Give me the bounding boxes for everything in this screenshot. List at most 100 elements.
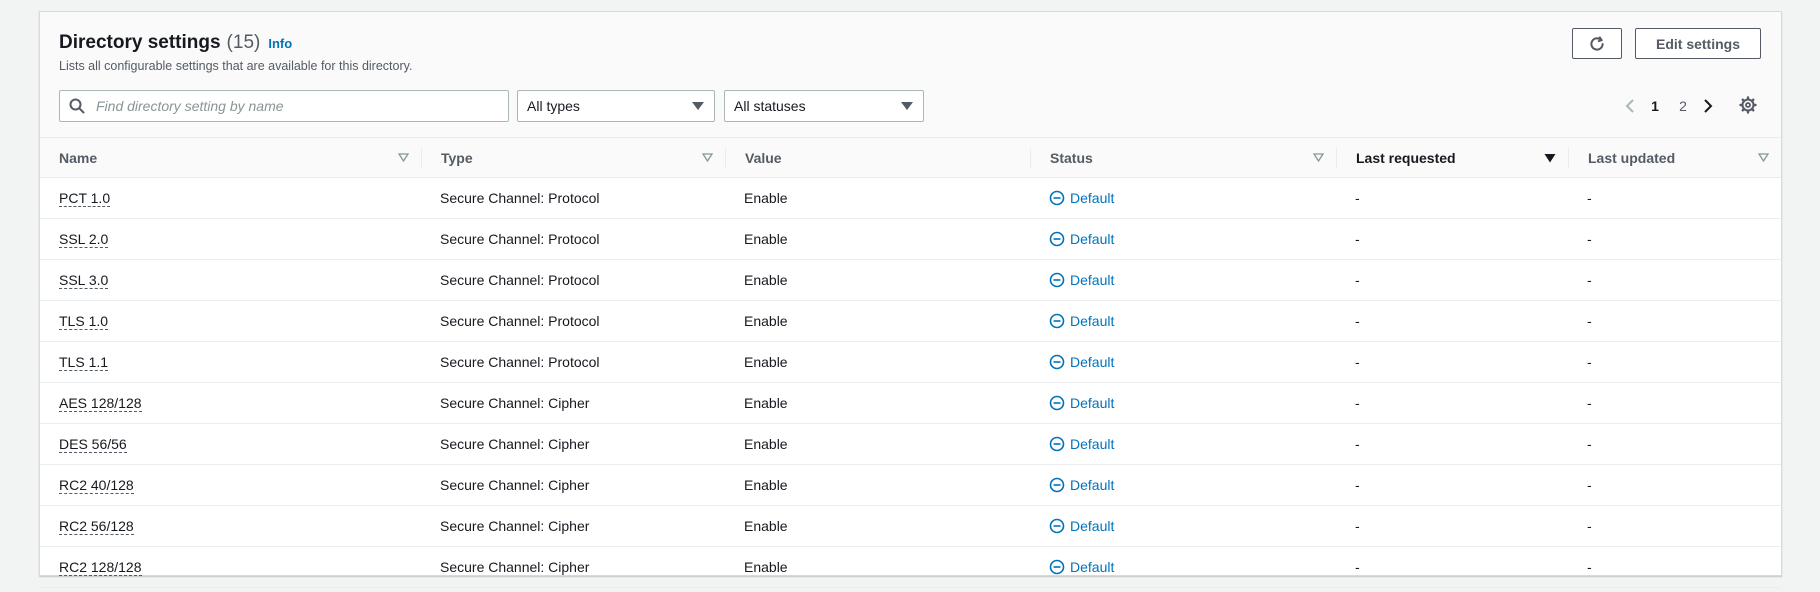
table-row: TLS 1.1 Secure Channel: Protocol Enable …	[40, 341, 1781, 383]
status-text: Default	[1070, 559, 1115, 575]
info-link[interactable]: Info	[268, 36, 292, 51]
page-2-button[interactable]: 2	[1669, 98, 1697, 114]
refresh-icon	[1590, 35, 1604, 51]
settings-count: (15)	[226, 32, 261, 53]
column-header-status[interactable]: Status	[1030, 137, 1336, 178]
status-text: Default	[1070, 477, 1115, 493]
cell-name: RC2 40/128	[40, 464, 421, 506]
minus-circle-icon	[1049, 559, 1065, 575]
cell-type: Secure Channel: Protocol	[421, 259, 725, 301]
cell-value: Enable	[725, 464, 1030, 506]
setting-name-link[interactable]: RC2 40/128	[59, 477, 134, 494]
cell-last-updated: -	[1568, 382, 1781, 424]
cell-value: Enable	[725, 505, 1030, 547]
column-type-label: Type	[441, 149, 473, 166]
table-row: AES 128/128 Secure Channel: Cipher Enabl…	[40, 382, 1781, 424]
sort-descending-icon	[1544, 153, 1556, 162]
cell-name: SSL 2.0	[40, 218, 421, 260]
search-input[interactable]	[94, 97, 498, 115]
setting-name-link[interactable]: SSL 3.0	[59, 272, 109, 289]
cell-last-updated: -	[1568, 259, 1781, 301]
types-select[interactable]: All types	[517, 90, 715, 122]
cell-last-requested: -	[1336, 382, 1568, 424]
cell-last-requested: -	[1336, 218, 1568, 260]
cell-type: Secure Channel: Cipher	[421, 505, 725, 547]
column-header-last-updated[interactable]: Last updated	[1568, 137, 1781, 178]
setting-name-link[interactable]: RC2 56/128	[59, 518, 134, 535]
sort-icon	[1758, 153, 1769, 162]
cell-last-updated: -	[1568, 341, 1781, 383]
cell-last-requested: -	[1336, 341, 1568, 383]
setting-name-link[interactable]: TLS 1.1	[59, 354, 109, 371]
status-select[interactable]: All statuses	[724, 90, 924, 122]
column-header-last-requested[interactable]: Last requested	[1336, 137, 1568, 178]
refresh-button[interactable]	[1572, 28, 1622, 59]
column-last-updated-label: Last updated	[1588, 149, 1676, 166]
minus-circle-icon	[1049, 395, 1065, 411]
column-header-name[interactable]: Name	[40, 137, 421, 178]
minus-circle-icon	[1049, 231, 1065, 247]
chevron-right-icon	[1704, 99, 1713, 113]
status-select-value: All statuses	[734, 98, 806, 114]
search-icon	[60, 98, 94, 114]
column-header-value: Value	[725, 137, 1030, 178]
cell-last-requested: -	[1336, 423, 1568, 465]
setting-name-link[interactable]: PCT 1.0	[59, 190, 111, 207]
cell-last-requested: -	[1336, 464, 1568, 506]
setting-name-link[interactable]: RC2 128/128	[59, 559, 142, 576]
next-page-button[interactable]	[1697, 98, 1719, 114]
status-text: Default	[1070, 518, 1115, 534]
cell-status: Default	[1030, 300, 1336, 342]
search-box[interactable]	[59, 90, 509, 122]
cell-type: Secure Channel: Protocol	[421, 341, 725, 383]
sort-icon	[1313, 153, 1324, 162]
description: Lists all configurable settings that are…	[59, 59, 413, 73]
preferences-button[interactable]	[1739, 96, 1757, 119]
minus-circle-icon	[1049, 354, 1065, 370]
cell-last-updated: -	[1568, 300, 1781, 342]
cell-name: TLS 1.1	[40, 341, 421, 383]
cell-value: Enable	[725, 382, 1030, 424]
cell-status: Default	[1030, 177, 1336, 219]
status-text: Default	[1070, 436, 1115, 452]
cell-type: Secure Channel: Cipher	[421, 423, 725, 465]
cell-status: Default	[1030, 505, 1336, 547]
minus-circle-icon	[1049, 518, 1065, 534]
cell-status: Default	[1030, 341, 1336, 383]
cell-name: RC2 56/128	[40, 505, 421, 547]
table-header-row: Name Type Value Status Last requested La…	[40, 137, 1781, 178]
table-row: PCT 1.0 Secure Channel: Protocol Enable …	[40, 177, 1781, 219]
minus-circle-icon	[1049, 436, 1065, 452]
status-text: Default	[1070, 272, 1115, 288]
setting-name-link[interactable]: DES 56/56	[59, 436, 127, 453]
cell-last-updated: -	[1568, 546, 1781, 588]
cell-last-updated: -	[1568, 464, 1781, 506]
table-row: SSL 2.0 Secure Channel: Protocol Enable …	[40, 218, 1781, 260]
setting-name-link[interactable]: TLS 1.0	[59, 313, 109, 330]
minus-circle-icon	[1049, 313, 1065, 329]
status-text: Default	[1070, 395, 1115, 411]
table-header: Directory settings (15) Info Lists all c…	[40, 12, 1781, 137]
cell-value: Enable	[725, 177, 1030, 219]
column-header-type[interactable]: Type	[421, 137, 725, 178]
minus-circle-icon	[1049, 190, 1065, 206]
cell-type: Secure Channel: Cipher	[421, 464, 725, 506]
cell-status: Default	[1030, 546, 1336, 588]
setting-name-link[interactable]: AES 128/128	[59, 395, 142, 412]
minus-circle-icon	[1049, 272, 1065, 288]
setting-name-link[interactable]: SSL 2.0	[59, 231, 109, 248]
previous-page-button[interactable]	[1619, 98, 1641, 114]
caret-down-icon	[901, 102, 913, 110]
page-1-button[interactable]: 1	[1641, 98, 1669, 114]
cell-last-requested: -	[1336, 546, 1568, 588]
cell-type: Secure Channel: Protocol	[421, 218, 725, 260]
cell-type: Secure Channel: Protocol	[421, 300, 725, 342]
column-value-label: Value	[745, 149, 782, 166]
directory-settings-panel: Directory settings (15) Info Lists all c…	[39, 11, 1782, 588]
cell-name: AES 128/128	[40, 382, 421, 424]
cell-name: TLS 1.0	[40, 300, 421, 342]
minus-circle-icon	[1049, 477, 1065, 493]
cell-value: Enable	[725, 423, 1030, 465]
column-name-label: Name	[59, 149, 98, 166]
edit-settings-button[interactable]: Edit settings	[1635, 28, 1761, 59]
